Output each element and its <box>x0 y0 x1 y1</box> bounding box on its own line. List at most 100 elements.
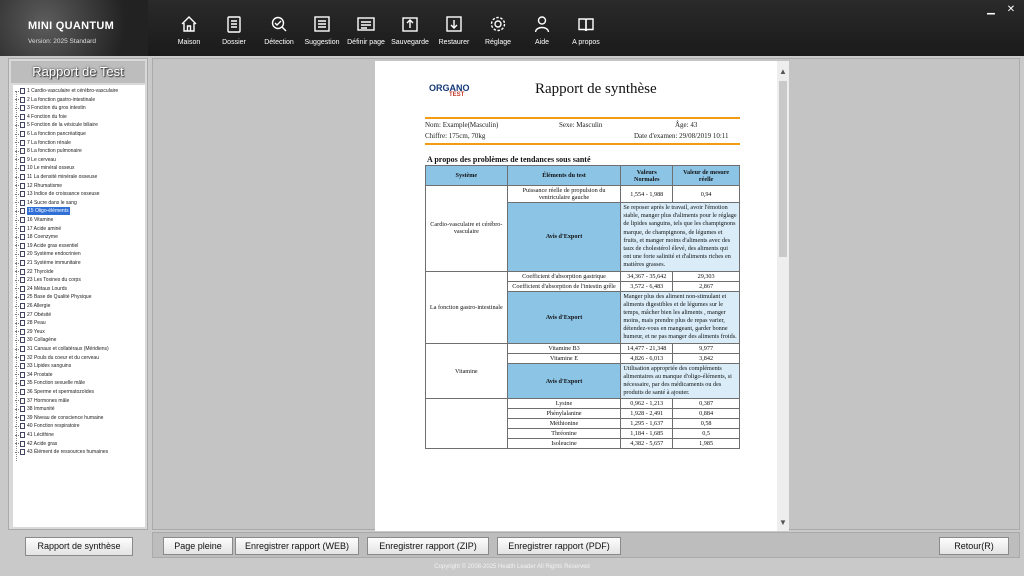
tree-item[interactable]: 41 Lécithine <box>15 431 143 439</box>
tree-item-label: 18 Coenzyme <box>27 234 58 241</box>
tree-item[interactable]: 5 Fonction de la vésicule biliaire <box>15 121 143 129</box>
tree-item[interactable]: 9 Le cerveau <box>15 156 143 164</box>
tree-item[interactable]: 26 Allergie <box>15 302 143 310</box>
tree-item-label: 32 Pouls du coeur et du cerveau <box>27 354 99 361</box>
toolbar-settings-button[interactable]: Réglage <box>481 14 515 52</box>
tree-connector <box>15 219 19 221</box>
tree-item[interactable]: 22 Thyroïde <box>15 268 143 276</box>
col-header-normal: Valeurs Normales <box>620 165 674 186</box>
tree-connector <box>15 443 19 445</box>
tree-item[interactable]: 42 Acide gras <box>15 440 143 448</box>
tree-item[interactable]: 40 Fonction respiratoire <box>15 422 143 430</box>
tree-item[interactable]: 38 Immunité <box>15 405 143 413</box>
tree-item[interactable]: 15 Oligo-éléments <box>15 207 143 216</box>
tree-item[interactable]: 37 Hormones mâle <box>15 397 143 405</box>
tree-connector <box>15 176 19 178</box>
toolbar-detection-button[interactable]: Détection <box>261 14 297 52</box>
scroll-up-icon[interactable]: ▲ <box>779 67 787 76</box>
action-bar: Page pleine Enregistrer rapport (WEB) En… <box>152 532 1020 558</box>
save-zip-button[interactable]: Enregistrer rapport (ZIP) <box>367 537 489 555</box>
tree-item[interactable]: 2 La fonction gastro-intestinale <box>15 96 143 104</box>
tree-item[interactable]: 27 Obésité <box>15 311 143 319</box>
normal-range-cell: 1,554 - 1,988 <box>620 185 674 203</box>
tree-item[interactable]: 31 Canaux et collatéraux (Méridiens) <box>15 345 143 353</box>
section-title: A propos des problèmes de tendances sous… <box>427 155 591 164</box>
toolbar-page-setup-button[interactable]: Définir page <box>346 14 386 52</box>
brand-area: MINI QUANTUM Version: 2025 Standard <box>0 0 148 56</box>
tree-item-label: 42 Acide gras <box>27 440 58 447</box>
tree-item-label: 33 Lipides sanguins <box>27 363 72 370</box>
toolbar-backup-button[interactable]: Sauvegarde <box>391 14 429 52</box>
tree-item[interactable]: 43 Élément de ressources humaines <box>15 448 143 456</box>
tree-item[interactable]: 13 Indice de croissance osseuse <box>15 190 143 198</box>
tree-item[interactable]: 29 Yeux <box>15 328 143 336</box>
document-icon <box>20 225 25 232</box>
toolbar-suggestion-button[interactable]: Suggestion <box>303 14 341 52</box>
tree-item[interactable]: 35 Fonction sexuelle mâle <box>15 379 143 387</box>
tree-connector <box>15 296 19 298</box>
tree-item[interactable]: 39 Niveau de conscience humaine <box>15 414 143 422</box>
scrollbar-thumb[interactable] <box>779 81 787 257</box>
toolbar-folder-button[interactable]: Dossier <box>217 14 251 52</box>
scroll-down-icon[interactable]: ▼ <box>779 518 787 527</box>
save-pdf-button[interactable]: Enregistrer rapport (PDF) <box>497 537 621 555</box>
full-page-button[interactable]: Page pleine <box>163 537 233 555</box>
element-cell: Vitamine B3 <box>506 342 622 354</box>
tree-item-label: 34 Prostate <box>27 371 53 378</box>
save-web-button[interactable]: Enregistrer rapport (WEB) <box>235 537 359 555</box>
tree-item[interactable]: 8 La fonction pulmonaire <box>15 147 143 155</box>
tree-item[interactable]: 34 Prostate <box>15 371 143 379</box>
summary-report-button[interactable]: Rapport de synthèse <box>25 537 133 556</box>
tree-item[interactable]: 6 La fonction pancréatique <box>15 130 143 138</box>
close-button[interactable]: ✕ <box>1004 4 1018 15</box>
col-header-element: Éléments du test <box>506 165 622 186</box>
tree-item-label: 39 Niveau de conscience humaine <box>27 414 104 421</box>
back-button[interactable]: Retour(R) <box>939 537 1009 555</box>
tree-connector <box>15 90 19 92</box>
toolbar-label: Restaurer <box>438 39 470 46</box>
toolbar-label: Aide <box>534 39 549 46</box>
minimize-button[interactable]: ▁ <box>984 4 998 15</box>
toolbar-restore-button[interactable]: Restaurer <box>436 14 472 52</box>
patient-sex: Sexe: Masculin <box>559 121 603 129</box>
tree-connector <box>15 365 19 367</box>
document-icon <box>20 122 25 129</box>
report-scrollbar[interactable]: ▲ ▼ <box>777 61 789 531</box>
tree-item[interactable]: 19 Acide gras essentiel <box>15 242 143 250</box>
tree-item[interactable]: 30 Collagène <box>15 336 143 344</box>
toolbar-help-button[interactable]: Aide <box>526 14 558 52</box>
tree-item[interactable]: 11 La densité minérale osseuse <box>15 173 143 181</box>
document-icon <box>20 423 25 430</box>
tree-item-label: 23 Les Toxines du corps <box>27 277 81 284</box>
tree-item[interactable]: 32 Pouls du coeur et du cerveau <box>15 354 143 362</box>
tree-item[interactable]: 10 Le minéral osseux <box>15 164 143 172</box>
tree-item[interactable]: 17 Acide aminé <box>15 225 143 233</box>
tree-item-label: 26 Allergie <box>27 303 51 309</box>
toolbar-label: Suggestion <box>304 39 340 46</box>
tree-item[interactable]: 23 Les Toxines du corps <box>15 276 143 284</box>
tree-item[interactable]: 3 Fonction du gros intestin <box>15 104 143 112</box>
tree-item[interactable]: 1 Cardio-vasculaire et cérébro-vasculair… <box>15 87 143 95</box>
tree-item[interactable]: 25 Base de Qualité Physique <box>15 293 143 301</box>
tree-item[interactable]: 21 Système immunitaire <box>15 259 143 267</box>
tree-item[interactable]: 33 Lipides sanguins <box>15 362 143 370</box>
tree-item[interactable]: 28 Peau <box>15 319 143 327</box>
tree-item[interactable]: 4 Fonction du foie <box>15 113 143 121</box>
tree-item[interactable]: 20 Système endocrinien <box>15 250 143 258</box>
report-tree: 1 Cardio-vasculaire et cérébro-vasculair… <box>13 85 145 527</box>
panel-title: Rapport de Test <box>11 61 145 83</box>
tree-item[interactable]: 12 Rhumatisme <box>15 182 143 190</box>
tree-item[interactable]: 7 La fonction rénale <box>15 139 143 147</box>
tree-item-label: 41 Lécithine <box>27 432 54 438</box>
document-icon <box>20 234 25 241</box>
tree-item[interactable]: 24 Métaux Lourds <box>15 285 143 293</box>
tree-item[interactable]: 16 Vitamine <box>15 216 143 224</box>
document-icon <box>20 397 25 404</box>
measured-value-cell: 0,94 <box>672 185 740 203</box>
toolbar-home-button[interactable]: Maison <box>172 14 206 52</box>
tree-item[interactable]: 36 Sperme et spermatozoïdes <box>15 388 143 396</box>
toolbar-about-button[interactable]: A propos <box>568 14 604 52</box>
tree-connector <box>15 185 19 187</box>
tree-item[interactable]: 14 Sucre dans le sang <box>15 199 143 207</box>
tree-item[interactable]: 18 Coenzyme <box>15 233 143 241</box>
